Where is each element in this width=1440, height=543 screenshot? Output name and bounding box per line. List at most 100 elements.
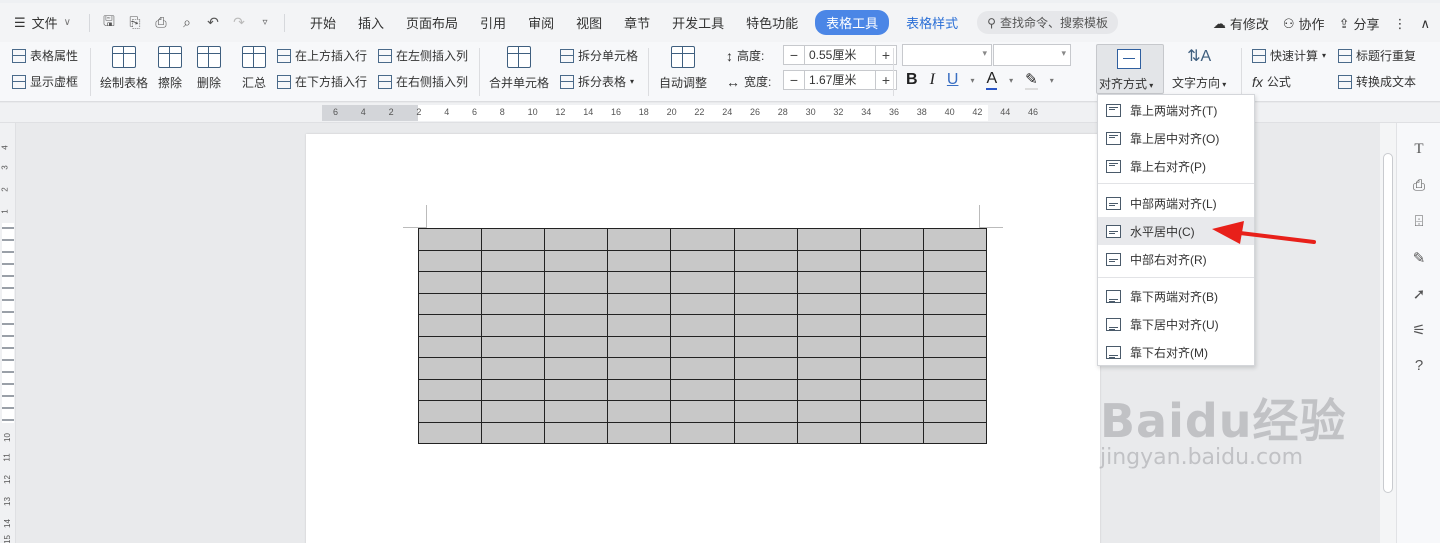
table-cell[interactable] — [417, 378, 483, 401]
table-cell[interactable] — [417, 400, 483, 423]
table-cell[interactable] — [733, 314, 798, 337]
table-cell[interactable] — [733, 271, 798, 294]
align-menu-item[interactable]: 靠上居中对齐(O) — [1098, 124, 1254, 152]
table-cell[interactable] — [859, 335, 924, 358]
table-cell[interactable] — [544, 228, 609, 251]
share-button[interactable]: ⇪ 分享 — [1339, 14, 1380, 33]
insert-row-below-button[interactable]: 在下方插入行 — [277, 73, 367, 90]
delete-button[interactable]: 删除 — [197, 46, 221, 91]
table-cell[interactable] — [922, 400, 988, 423]
table-cell[interactable] — [607, 335, 672, 358]
table-cell[interactable] — [733, 249, 798, 272]
table-cell[interactable] — [922, 292, 988, 315]
chevron-down-icon[interactable]: ▾ — [970, 76, 974, 85]
summary-button[interactable]: 汇总 — [242, 46, 266, 91]
table-cell[interactable] — [670, 400, 735, 423]
document-icon[interactable]: ⎙ — [1410, 177, 1428, 195]
bold-button[interactable]: B — [906, 71, 918, 89]
tab-review[interactable]: 审阅 — [517, 10, 565, 35]
table-cell[interactable] — [417, 335, 483, 358]
erase-button[interactable]: 擦除 — [158, 46, 182, 91]
table-cell[interactable] — [733, 357, 798, 380]
table-cell[interactable] — [859, 228, 924, 251]
redo-icon[interactable]: ↷ — [230, 14, 248, 31]
show-gridlines-button[interactable]: 显示虚框 — [12, 73, 78, 90]
alignment-button[interactable]: 对齐方式 ▾ — [1096, 44, 1164, 94]
table-cell[interactable] — [417, 271, 483, 294]
table-cell[interactable] — [481, 292, 546, 315]
save-icon[interactable]: 🖫 — [100, 11, 118, 35]
tab-table-tools[interactable]: 表格工具 — [815, 10, 890, 35]
table-cell[interactable] — [544, 292, 609, 315]
more-options-icon[interactable]: ⋮ — [1393, 16, 1406, 32]
table-cell[interactable] — [733, 228, 798, 251]
table-cell[interactable] — [670, 335, 735, 358]
tab-table-style[interactable]: 表格样式 — [895, 10, 969, 35]
tab-insert[interactable]: 插入 — [347, 10, 395, 35]
chevron-down-icon[interactable]: ▾ — [1050, 76, 1054, 85]
table-cell[interactable] — [796, 357, 861, 380]
height-decrease-button[interactable]: − — [784, 46, 804, 64]
table-cell[interactable] — [607, 421, 672, 444]
table-cell[interactable] — [922, 228, 988, 251]
table-cell[interactable] — [417, 421, 483, 444]
table-cell[interactable] — [481, 421, 546, 444]
search-input[interactable]: 查找命令、搜索模板 — [1000, 14, 1108, 31]
print-icon[interactable]: ⎙ — [152, 14, 170, 31]
table-cell[interactable] — [417, 314, 483, 337]
table-cell[interactable] — [922, 249, 988, 272]
table-cell[interactable] — [417, 292, 483, 315]
table-cell[interactable] — [922, 271, 988, 294]
align-menu-item[interactable]: 靠上右对齐(P) — [1098, 152, 1254, 180]
table-cell[interactable] — [481, 314, 546, 337]
table-cell[interactable] — [607, 400, 672, 423]
table-cell[interactable] — [670, 357, 735, 380]
font-size-select[interactable] — [993, 44, 1071, 66]
table-cell[interactable] — [607, 378, 672, 401]
table-cell[interactable] — [922, 314, 988, 337]
help-icon[interactable]: ? — [1410, 357, 1428, 375]
format-painter-icon[interactable]: ⎘ — [126, 14, 144, 31]
table-cell[interactable] — [417, 249, 483, 272]
table-cell[interactable] — [859, 421, 924, 444]
print-preview-icon[interactable]: ⌕ — [178, 14, 196, 31]
width-input[interactable]: 1.67厘米 — [804, 71, 876, 89]
align-menu-item[interactable]: 中部两端对齐(L) — [1098, 189, 1254, 217]
more-chevron-icon[interactable]: ▿ — [256, 17, 274, 28]
align-menu-item[interactable]: 靠下居中对齐(U) — [1098, 310, 1254, 338]
align-menu-item[interactable]: 靠下右对齐(M) — [1098, 338, 1254, 366]
convert-to-text-button[interactable]: 转换成文本 — [1338, 73, 1416, 90]
table-cell[interactable] — [859, 378, 924, 401]
table-cell[interactable] — [796, 249, 861, 272]
table-cell[interactable] — [544, 314, 609, 337]
table-cell[interactable] — [607, 292, 672, 315]
table-cell[interactable] — [481, 400, 546, 423]
table-cell[interactable] — [922, 378, 988, 401]
table-cell[interactable] — [670, 314, 735, 337]
table-cell[interactable] — [733, 378, 798, 401]
tab-developer[interactable]: 开发工具 — [661, 10, 735, 35]
tab-references[interactable]: 引用 — [469, 10, 517, 35]
table-cell[interactable] — [670, 228, 735, 251]
align-menu-item[interactable]: 靠下两端对齐(B) — [1098, 282, 1254, 310]
table-cell[interactable] — [859, 400, 924, 423]
insert-row-above-button[interactable]: 在上方插入行 — [277, 47, 367, 64]
table-cell[interactable] — [796, 228, 861, 251]
text-style-icon[interactable]: T — [1410, 141, 1428, 159]
highlight-icon[interactable]: ✎ — [1025, 70, 1038, 90]
table-cell[interactable] — [544, 400, 609, 423]
merge-cells-button[interactable]: 合并单元格 — [489, 46, 549, 91]
table-cell[interactable] — [607, 314, 672, 337]
modified-button[interactable]: ☁ 有修改 — [1213, 14, 1269, 33]
pointer-icon[interactable]: ➚ — [1410, 285, 1428, 303]
table-cell[interactable] — [670, 378, 735, 401]
text-direction-button[interactable]: ⇅A 文字方向 ▾ — [1172, 46, 1226, 91]
table-cell[interactable] — [481, 335, 546, 358]
insert-col-left-button[interactable]: 在左侧插入列 — [378, 47, 468, 64]
command-search[interactable]: ⚲ 查找命令、搜索模板 — [977, 11, 1118, 34]
table-cell[interactable] — [922, 421, 988, 444]
table-cell[interactable] — [796, 314, 861, 337]
italic-button[interactable]: I — [930, 71, 935, 89]
table-cell[interactable] — [544, 271, 609, 294]
auto-fit-button[interactable]: 自动调整 — [659, 46, 707, 91]
